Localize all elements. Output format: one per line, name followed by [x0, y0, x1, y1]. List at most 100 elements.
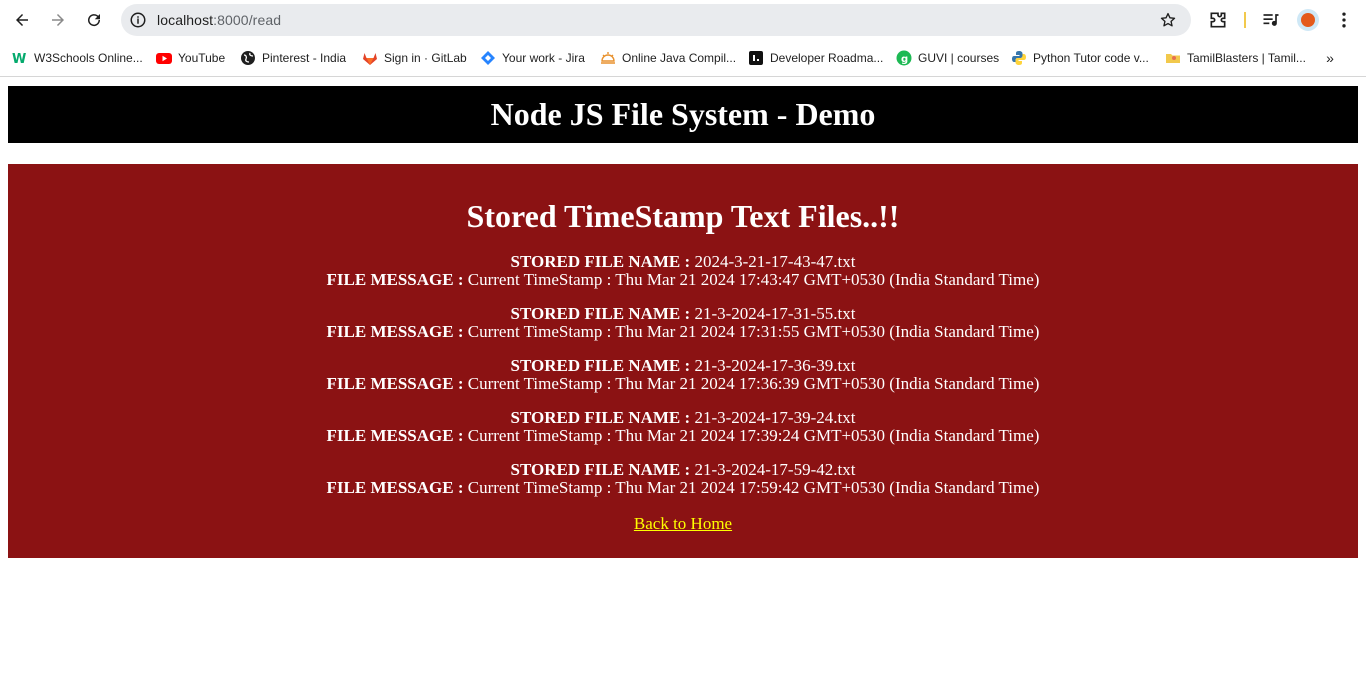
file-entry: STORED FILE NAME : 21-3-2024-17-59-42.tx… — [8, 461, 1358, 497]
file-name-label: STORED FILE NAME : — [510, 356, 691, 375]
file-message-line: FILE MESSAGE : Current TimeStamp : Thu M… — [8, 479, 1358, 497]
address-bar[interactable]: localhost:8000/read — [121, 4, 1191, 36]
forward-button[interactable] — [42, 4, 74, 36]
extensions-button[interactable] — [1206, 8, 1230, 32]
files-heading: Stored TimeStamp Text Files..!! — [466, 198, 900, 234]
file-entry: STORED FILE NAME : 2024-3-21-17-43-47.tx… — [8, 253, 1358, 289]
reload-icon — [88, 14, 101, 27]
bookmark-label: Pinterest - India — [262, 51, 347, 65]
file-message-line: FILE MESSAGE : Current TimeStamp : Thu M… — [8, 375, 1358, 393]
toolbar-separator — [1244, 12, 1246, 28]
bookmark-gitlab[interactable]: Sign in · GitLab — [362, 49, 467, 67]
header-banner: Node JS File System - Demo — [8, 86, 1358, 143]
media-button[interactable] — [1259, 8, 1283, 32]
bookmark-label: Python Tutor code v... — [1033, 51, 1149, 65]
arrow-left-icon — [16, 14, 28, 26]
bookmark-guvi[interactable]: g GUVI | courses — [896, 49, 999, 67]
profile-avatar[interactable] — [1297, 9, 1319, 31]
chevron-double-right-icon: » — [1326, 50, 1334, 66]
file-message: Current TimeStamp : Thu Mar 21 2024 17:4… — [467, 270, 1040, 289]
reload-button[interactable] — [78, 4, 110, 36]
file-message-label: FILE MESSAGE : — [326, 478, 464, 497]
file-name-line: STORED FILE NAME : 2024-3-21-17-43-47.tx… — [8, 253, 1358, 271]
menu-button[interactable] — [1332, 8, 1356, 32]
page-content: Node JS File System - Demo Stored TimeSt… — [0, 77, 1366, 678]
url-text[interactable]: localhost:8000/read — [157, 4, 281, 36]
bookmark-label: Developer Roadma... — [770, 51, 884, 65]
url-path: :8000/read — [213, 12, 282, 28]
youtube-icon — [156, 50, 172, 66]
file-name-line: STORED FILE NAME : 21-3-2024-17-36-39.tx… — [8, 357, 1358, 375]
bookmark-label: TamilBlasters | Tamil... — [1187, 51, 1306, 65]
globe-icon — [240, 50, 256, 66]
browser-toolbar: localhost:8000/read — [0, 0, 1366, 40]
python-icon — [1011, 50, 1027, 66]
roadmap-icon — [748, 50, 764, 66]
file-name: 21-3-2024-17-31-55.txt — [694, 304, 856, 323]
file-name-line: STORED FILE NAME : 21-3-2024-17-31-55.tx… — [8, 305, 1358, 323]
bookmark-star-icon[interactable] — [1159, 11, 1177, 29]
bookmark-w3schools[interactable]: W W3Schools Online... — [12, 49, 143, 67]
file-name: 21-3-2024-17-36-39.txt — [694, 356, 856, 375]
url-host: localhost — [157, 12, 214, 28]
file-name-label: STORED FILE NAME : — [510, 304, 691, 323]
back-button[interactable] — [6, 4, 38, 36]
gitlab-icon — [362, 50, 378, 66]
file-message-label: FILE MESSAGE : — [326, 270, 464, 289]
bookmark-label: Sign in · GitLab — [384, 51, 467, 65]
file-message: Current TimeStamp : Thu Mar 21 2024 17:3… — [467, 322, 1040, 341]
playlist-icon — [1263, 14, 1279, 26]
file-message-label: FILE MESSAGE : — [326, 322, 464, 341]
bookmark-tamilblasters[interactable]: TamilBlasters | Tamil... — [1165, 49, 1306, 67]
bookmark-label: W3Schools Online... — [34, 51, 143, 65]
sun-icon — [600, 50, 616, 66]
guvi-icon: g — [896, 50, 912, 66]
bookmark-label: Online Java Compil... — [622, 51, 737, 65]
file-name-label: STORED FILE NAME : — [510, 252, 691, 271]
bookmark-java-compiler[interactable]: Online Java Compil... — [600, 49, 736, 67]
svg-text:W: W — [12, 52, 26, 66]
file-message-label: FILE MESSAGE : — [326, 374, 464, 393]
file-message-label: FILE MESSAGE : — [326, 426, 464, 445]
file-message: Current TimeStamp : Thu Mar 21 2024 17:3… — [467, 374, 1040, 393]
file-entry: STORED FILE NAME : 21-3-2024-17-36-39.tx… — [8, 357, 1358, 393]
bookmark-pinterest[interactable]: Pinterest - India — [240, 49, 346, 67]
file-message: Current TimeStamp : Thu Mar 21 2024 17:5… — [467, 478, 1040, 497]
file-list: STORED FILE NAME : 2024-3-21-17-43-47.tx… — [8, 253, 1358, 513]
bookmark-python-tutor[interactable]: Python Tutor code v... — [1011, 49, 1149, 67]
file-name-label: STORED FILE NAME : — [510, 408, 691, 427]
info-icon[interactable] — [129, 11, 147, 29]
file-name: 21-3-2024-17-39-24.txt — [694, 408, 856, 427]
w3schools-icon: W — [12, 50, 28, 66]
bookmarks-bar: W W3Schools Online... YouTube Pinterest … — [0, 40, 1366, 77]
file-message: Current TimeStamp : Thu Mar 21 2024 17:3… — [467, 426, 1040, 445]
jira-icon — [480, 50, 496, 66]
bookmark-jira[interactable]: Your work - Jira — [480, 49, 585, 67]
bookmark-label: Your work - Jira — [502, 51, 585, 65]
file-entry: STORED FILE NAME : 21-3-2024-17-39-24.tx… — [8, 409, 1358, 445]
file-message-line: FILE MESSAGE : Current TimeStamp : Thu M… — [8, 271, 1358, 289]
kebab-menu-icon — [1342, 12, 1346, 28]
avatar-image — [1301, 13, 1315, 27]
arrow-right-icon — [52, 14, 64, 26]
file-name-line: STORED FILE NAME : 21-3-2024-17-59-42.tx… — [8, 461, 1358, 479]
bookmark-roadmap[interactable]: Developer Roadma... — [748, 49, 883, 67]
puzzle-icon — [1210, 12, 1226, 28]
page-title: Node JS File System - Demo — [490, 96, 876, 132]
file-name-label: STORED FILE NAME : — [510, 460, 691, 479]
back-to-home-link[interactable]: Back to Home — [634, 514, 732, 533]
folder-icon — [1165, 50, 1181, 66]
bookmark-label: YouTube — [178, 51, 226, 65]
file-name: 2024-3-21-17-43-47.txt — [694, 252, 856, 271]
file-name-line: STORED FILE NAME : 21-3-2024-17-39-24.tx… — [8, 409, 1358, 427]
svg-text:g: g — [901, 54, 908, 65]
file-message-line: FILE MESSAGE : Current TimeStamp : Thu M… — [8, 323, 1358, 341]
bookmark-label: GUVI | courses — [918, 51, 1000, 65]
file-name: 21-3-2024-17-59-42.txt — [694, 460, 856, 479]
back-link-container: Back to Home — [8, 514, 1358, 534]
files-panel: Stored TimeStamp Text Files..!! STORED F… — [8, 164, 1358, 558]
bookmark-youtube[interactable]: YouTube — [156, 49, 225, 67]
file-message-line: FILE MESSAGE : Current TimeStamp : Thu M… — [8, 427, 1358, 445]
bookmarks-overflow-button[interactable]: » — [1320, 49, 1340, 67]
file-entry: STORED FILE NAME : 21-3-2024-17-31-55.tx… — [8, 305, 1358, 341]
